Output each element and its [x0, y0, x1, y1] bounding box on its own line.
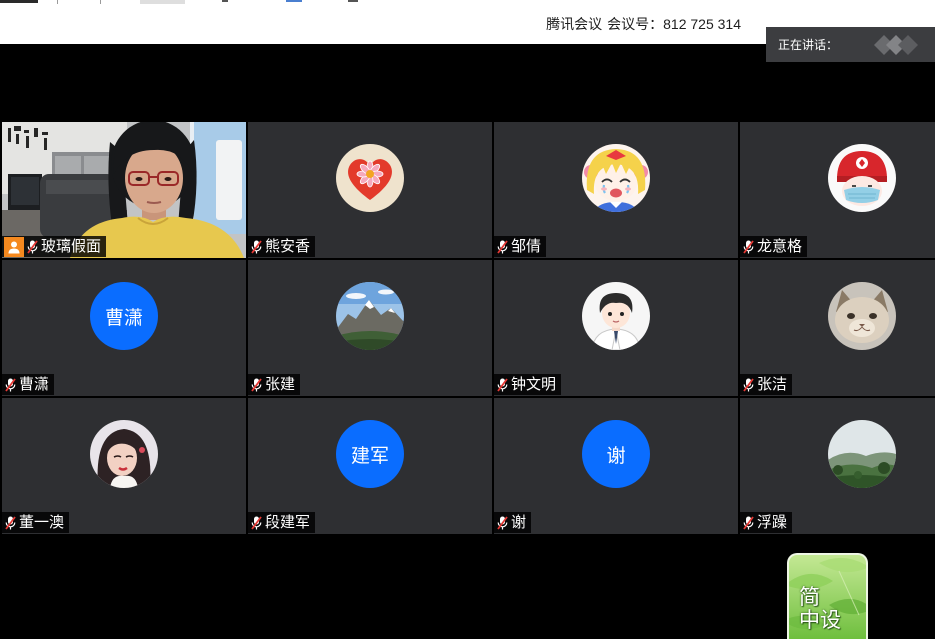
host-person-icon	[4, 236, 24, 257]
desktop-shortcut[interactable]: 简 中设	[787, 553, 868, 639]
participant-name-label: 龙意格	[740, 236, 808, 257]
participant-name-label: 钟文明	[494, 374, 562, 395]
participant-tile[interactable]: 浮躁	[740, 398, 935, 534]
participant-name-label: 谢	[494, 512, 532, 533]
participant-name: 熊安香	[265, 238, 311, 255]
participant-name-label: 邹倩	[494, 236, 547, 257]
participant-tile[interactable]: 张建	[248, 260, 492, 396]
mic-muted-icon	[743, 377, 754, 392]
participant-tile[interactable]: 钟文明	[494, 260, 738, 396]
participant-name: 董一澳	[19, 514, 65, 531]
toolbar-fragment	[286, 0, 302, 2]
participant-name: 龙意格	[757, 238, 803, 255]
participant-name: 钟文明	[511, 376, 557, 393]
meeting-id[interactable]: 812 725 314	[663, 16, 741, 32]
toolbar-fragment	[0, 0, 38, 3]
cartoon-boy-avatar	[582, 282, 650, 350]
participant-name: 玻璃假面	[41, 238, 102, 255]
text-avatar: 建军	[336, 420, 404, 488]
participant-name: 浮躁	[757, 514, 788, 531]
shortcut-line2: 中设	[799, 609, 841, 632]
landscape-avatar	[828, 420, 896, 488]
shortcut-line1: 简	[799, 586, 820, 609]
mic-muted-icon	[5, 377, 16, 392]
participant-name-label: 曹潇	[2, 374, 55, 395]
participant-tile[interactable]: 张洁	[740, 260, 935, 396]
anime-girl-avatar	[582, 144, 650, 212]
speaking-indicator: 正在讲话：	[766, 27, 935, 62]
participant-name-label: 张建	[248, 374, 301, 395]
mic-muted-icon	[5, 515, 16, 530]
participant-tile[interactable]: 龙意格	[740, 122, 935, 258]
mic-muted-icon	[497, 377, 508, 392]
mic-muted-icon	[743, 515, 754, 530]
mic-muted-icon	[743, 239, 754, 254]
cat-avatar	[828, 282, 896, 350]
participant-name-label: 浮躁	[740, 512, 793, 533]
participant-name-label: 玻璃假面	[2, 236, 107, 257]
mic-muted-icon	[251, 515, 262, 530]
participant-tile[interactable]: 熊安香	[248, 122, 492, 258]
participant-tile[interactable]: 曹潇 曹潇	[2, 260, 246, 396]
mic-muted-icon	[251, 239, 262, 254]
meeting-info: 腾讯会议 会议号：812 725 314	[546, 14, 741, 34]
participant-name: 曹潇	[19, 376, 50, 393]
participant-tile[interactable]: 建军 段建军	[248, 398, 492, 534]
participant-name-label: 董一澳	[2, 512, 70, 533]
app-name: 腾讯会议	[546, 16, 603, 32]
mountain-avatar	[336, 282, 404, 350]
heart-flower-avatar	[336, 144, 404, 212]
toolbar-fragment	[222, 0, 228, 2]
participant-tile[interactable]: 董一澳	[2, 398, 246, 534]
participant-name: 邹倩	[511, 238, 542, 255]
mic-muted-icon	[251, 377, 262, 392]
red-helmet-avatar	[828, 144, 896, 212]
mic-muted-icon	[497, 515, 508, 530]
participant-name: 张洁	[757, 376, 788, 393]
shortcut-label: 简 中设	[799, 586, 841, 632]
tencent-meeting-logo-icon	[874, 35, 918, 55]
participant-tile[interactable]: 玻璃假面	[2, 122, 246, 258]
mic-muted-icon	[497, 239, 508, 254]
participant-tile[interactable]: 邹倩	[494, 122, 738, 258]
participant-tile[interactable]: 谢 谢	[494, 398, 738, 534]
participant-name: 段建军	[265, 514, 311, 531]
toolbar-fragment	[140, 0, 185, 4]
toolbar-divider	[100, 0, 101, 4]
participant-name: 谢	[511, 514, 527, 531]
toolbar-fragment	[348, 0, 358, 2]
participant-name-label: 熊安香	[248, 236, 316, 257]
text-avatar: 谢	[582, 420, 650, 488]
text-avatar: 曹潇	[90, 282, 158, 350]
woman-photo-avatar	[90, 420, 158, 488]
participant-name-label: 张洁	[740, 374, 793, 395]
meeting-id-label: 会议号：	[607, 16, 664, 32]
participant-name-label: 段建军	[248, 512, 316, 533]
mic-muted-icon	[27, 239, 38, 254]
participant-name: 张建	[265, 376, 296, 393]
toolbar-divider	[57, 0, 58, 4]
speaking-label: 正在讲话：	[778, 38, 839, 52]
